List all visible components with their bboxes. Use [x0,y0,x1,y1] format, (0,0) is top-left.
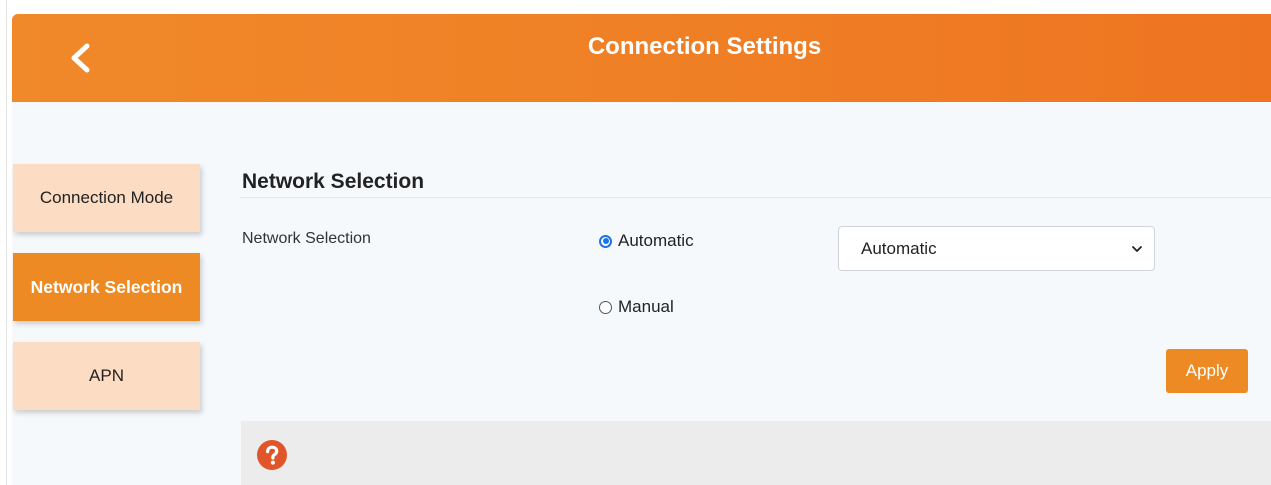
network-mode-select[interactable]: Automatic [838,226,1155,271]
question-circle-icon[interactable] [257,440,287,470]
radio-button-checked[interactable] [599,234,612,248]
radio-manual[interactable]: Manual [599,297,674,317]
window-left-border [6,0,7,485]
network-selection-label: Network Selection [242,230,371,247]
sidebar-item-network-selection[interactable]: Network Selection [13,253,200,321]
sidebar-item-label: Connection Mode [39,188,174,207]
section-title: Network Selection [242,170,425,193]
sidebar-item-apn[interactable]: APN [13,342,200,410]
page-header: Connection Settings [12,14,1271,102]
select-value: Automatic [861,239,937,258]
radio-label: Manual [618,297,674,316]
chevron-down-icon [1132,246,1142,252]
help-panel [241,421,1271,485]
radio-button-unchecked[interactable] [599,300,612,314]
sidebar-item-label: APN [89,366,124,385]
page-title: Connection Settings [587,33,822,60]
content-area: Connection Mode Network Selection APN Ne… [12,102,1271,485]
app-window: Connection Settings Connection Mode Netw… [0,0,1271,485]
apply-button-label: Apply [1185,361,1229,380]
sidebar-item-label: Network Selection [30,276,183,297]
section-divider [240,197,1271,198]
sidebar-item-connection-mode[interactable]: Connection Mode [13,164,200,232]
radio-automatic[interactable]: Automatic [599,231,694,251]
apply-button[interactable]: Apply [1166,349,1248,393]
radio-label: Automatic [618,231,694,250]
